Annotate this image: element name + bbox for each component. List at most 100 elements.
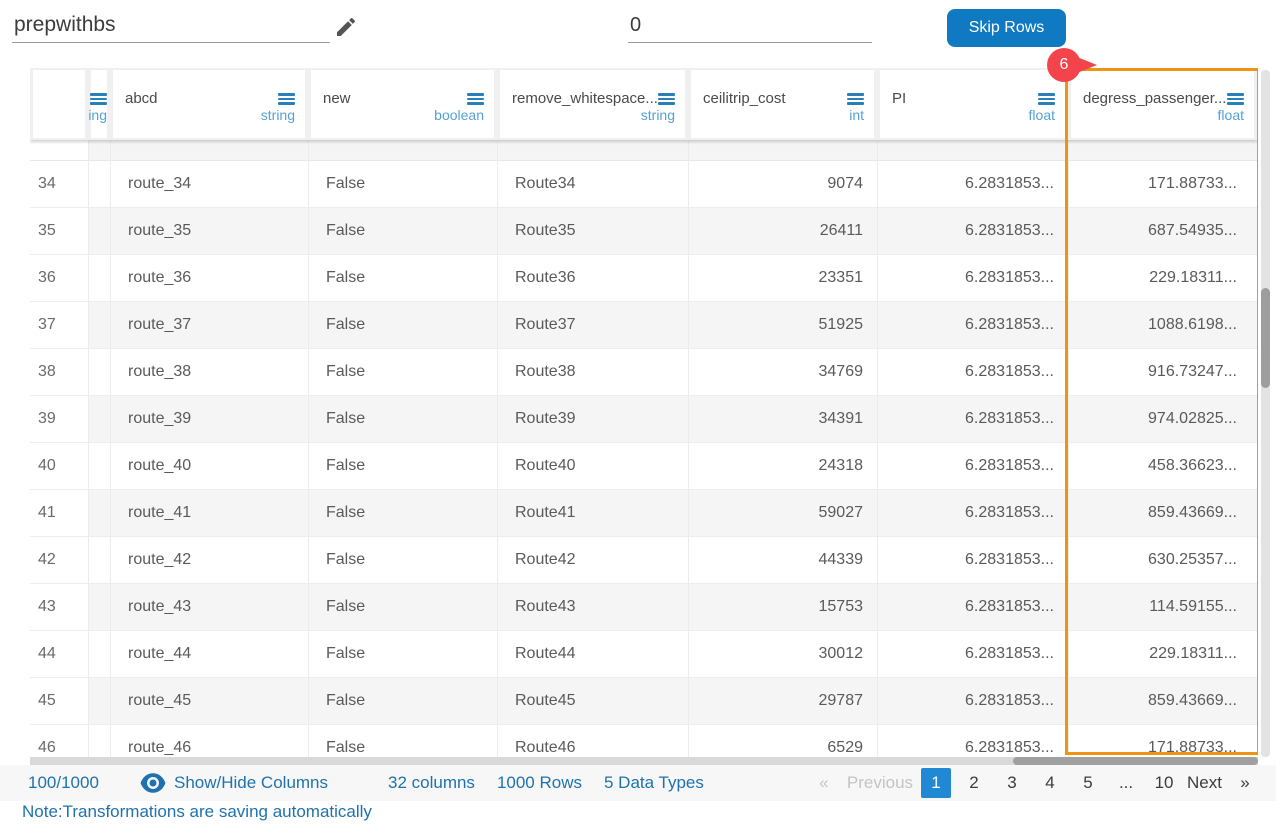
column-header-abcd[interactable]: abcdstring — [113, 70, 305, 138]
cell-remove_whitespace[interactable]: Route39 — [515, 396, 686, 443]
cell-abcd[interactable]: route_43 — [128, 584, 306, 631]
cell-num[interactable]: 44 — [38, 631, 76, 678]
cell-new[interactable]: False — [326, 443, 495, 490]
cell-remove_whitespace[interactable]: Route46 — [515, 725, 686, 757]
cell-abcd[interactable]: route_46 — [128, 725, 306, 757]
pagination-next[interactable]: Next — [1187, 768, 1222, 798]
cell-ceilitrip_cost[interactable]: 24318 — [688, 443, 863, 490]
cell-new[interactable]: False — [326, 725, 495, 757]
pagination-page-1[interactable]: 1 — [921, 768, 951, 798]
column-menu-icon[interactable] — [658, 93, 675, 105]
cell-pi[interactable]: 6.2831853... — [877, 537, 1054, 584]
cell-ceilitrip_cost[interactable]: 51925 — [688, 302, 863, 349]
cell-abcd[interactable]: route_42 — [128, 537, 306, 584]
column-header-ing[interactable]: ing — [91, 70, 107, 138]
cell-remove_whitespace[interactable]: Route38 — [515, 349, 686, 396]
cell-num[interactable]: 46 — [38, 725, 76, 757]
cell-remove_whitespace[interactable]: Route36 — [515, 255, 686, 302]
cell-pi[interactable]: 6.2831853... — [877, 490, 1054, 537]
pagination-page-5[interactable]: 5 — [1073, 768, 1103, 798]
cell-remove_whitespace[interactable]: Route41 — [515, 490, 686, 537]
cell-degress_passenger[interactable]: 916.73247... — [1068, 349, 1237, 396]
cell-ceilitrip_cost[interactable]: 59027 — [688, 490, 863, 537]
cell-num[interactable]: 40 — [38, 443, 76, 490]
cell-degress_passenger[interactable]: 859.43669... — [1068, 490, 1237, 537]
cell-degress_passenger[interactable]: 974.02825... — [1068, 396, 1237, 443]
cell-pi[interactable]: 6.2831853... — [877, 584, 1054, 631]
cell-ceilitrip_cost[interactable]: 30012 — [688, 631, 863, 678]
vertical-scrollbar-thumb[interactable] — [1261, 288, 1270, 388]
cell-remove_whitespace[interactable]: Route44 — [515, 631, 686, 678]
cell-abcd[interactable]: route_38 — [128, 349, 306, 396]
skip-rows-button[interactable]: Skip Rows — [947, 9, 1066, 47]
cell-abcd[interactable]: route_44 — [128, 631, 306, 678]
cell-abcd[interactable]: route_34 — [128, 161, 306, 208]
cell-num[interactable]: 34 — [38, 161, 76, 208]
cell-degress_passenger[interactable]: 171.88733... — [1068, 161, 1237, 208]
column-header-remove_whitespace[interactable]: remove_whitespace...string — [500, 70, 685, 138]
cell-pi[interactable]: 6.2831853... — [877, 631, 1054, 678]
cell-pi[interactable]: 6.2831853... — [877, 255, 1054, 302]
pagination-page-3[interactable]: 3 — [997, 768, 1027, 798]
cell-degress_passenger[interactable]: 630.25357... — [1068, 537, 1237, 584]
cell-degress_passenger[interactable]: 1088.6198... — [1068, 302, 1237, 349]
cell-ceilitrip_cost[interactable]: 34769 — [688, 349, 863, 396]
cell-abcd[interactable]: route_45 — [128, 678, 306, 725]
cell-degress_passenger[interactable]: 114.59155... — [1068, 584, 1237, 631]
cell-new[interactable]: False — [326, 490, 495, 537]
cell-pi[interactable]: 6.2831853... — [877, 161, 1054, 208]
column-header-pi[interactable]: PIfloat — [880, 70, 1065, 138]
cell-degress_passenger[interactable]: 458.36623... — [1068, 443, 1237, 490]
cell-ceilitrip_cost[interactable]: 29787 — [688, 678, 863, 725]
column-menu-icon[interactable] — [847, 93, 864, 105]
cell-num[interactable]: 45 — [38, 678, 76, 725]
cell-remove_whitespace[interactable]: Route40 — [515, 443, 686, 490]
cell-num[interactable]: 39 — [38, 396, 76, 443]
cell-pi[interactable]: 6.2831853... — [877, 725, 1054, 757]
cell-num[interactable]: 41 — [38, 490, 76, 537]
column-menu-icon[interactable] — [1227, 93, 1244, 105]
cell-ceilitrip_cost[interactable]: 15753 — [688, 584, 863, 631]
cell-new[interactable]: False — [326, 349, 495, 396]
cell-new[interactable]: False — [326, 396, 495, 443]
pagination-page-10[interactable]: 10 — [1149, 768, 1179, 798]
cell-pi[interactable]: 6.2831853... — [877, 302, 1054, 349]
cell-ceilitrip_cost[interactable]: 9074 — [688, 161, 863, 208]
column-menu-icon[interactable] — [467, 93, 484, 105]
show-hide-columns-button[interactable]: Show/Hide Columns — [140, 765, 328, 801]
cell-pi[interactable]: 6.2831853... — [877, 208, 1054, 255]
cell-remove_whitespace[interactable]: Route45 — [515, 678, 686, 725]
cell-remove_whitespace[interactable]: Route37 — [515, 302, 686, 349]
cell-num[interactable]: 43 — [38, 584, 76, 631]
pagination-page-2[interactable]: 2 — [959, 768, 989, 798]
cell-degress_passenger[interactable]: 171.88733... — [1068, 725, 1237, 757]
cell-new[interactable]: False — [326, 537, 495, 584]
cell-abcd[interactable]: route_39 — [128, 396, 306, 443]
cell-new[interactable]: False — [326, 302, 495, 349]
horizontal-scrollbar-thumb[interactable] — [1013, 757, 1258, 765]
cell-pi[interactable]: 6.2831853... — [877, 678, 1054, 725]
cell-new[interactable]: False — [326, 161, 495, 208]
cell-num[interactable]: 35 — [38, 208, 76, 255]
cell-num[interactable]: 38 — [38, 349, 76, 396]
dataset-name-input[interactable] — [12, 8, 330, 43]
vertical-scrollbar-track[interactable] — [1261, 70, 1270, 757]
cell-ceilitrip_cost[interactable]: 44339 — [688, 537, 863, 584]
cell-remove_whitespace[interactable]: Route43 — [515, 584, 686, 631]
cell-num[interactable]: 36 — [38, 255, 76, 302]
cell-abcd[interactable]: route_36 — [128, 255, 306, 302]
cell-ceilitrip_cost[interactable]: 6529 — [688, 725, 863, 757]
cell-new[interactable]: False — [326, 631, 495, 678]
pagination-prev-arrow[interactable]: « — [809, 768, 839, 798]
skip-rows-input[interactable] — [628, 8, 872, 43]
cell-remove_whitespace[interactable]: Route42 — [515, 537, 686, 584]
pagination-page-4[interactable]: 4 — [1035, 768, 1065, 798]
cell-pi[interactable]: 6.2831853... — [877, 443, 1054, 490]
cell-new[interactable]: False — [326, 255, 495, 302]
cell-degress_passenger[interactable]: 859.43669... — [1068, 678, 1237, 725]
cell-new[interactable]: False — [326, 208, 495, 255]
column-menu-icon[interactable] — [90, 93, 107, 105]
cell-abcd[interactable]: route_37 — [128, 302, 306, 349]
cell-ceilitrip_cost[interactable]: 26411 — [688, 208, 863, 255]
column-header-new[interactable]: newboolean — [311, 70, 494, 138]
